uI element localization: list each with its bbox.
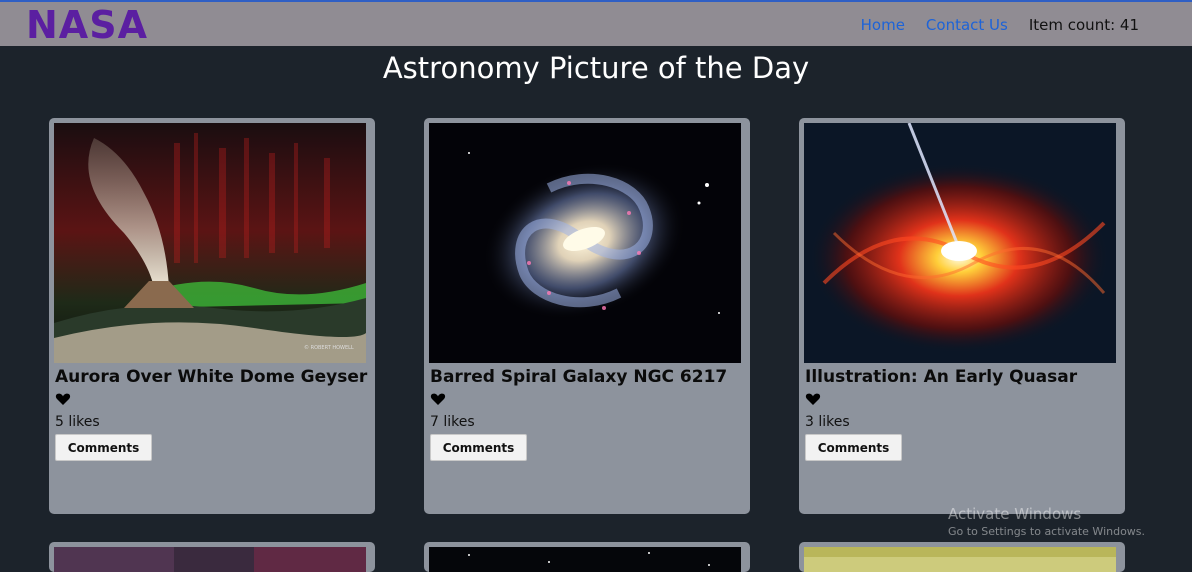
starfield-photo [429, 547, 741, 572]
top-navbar: NASA Home Contact Us Item count: 41 [0, 0, 1192, 46]
quasar-illustration [804, 123, 1116, 363]
photo-credit: © ROBERT HOWELL [304, 344, 354, 351]
nav-links: Home Contact Us Item count: 41 [861, 16, 1139, 34]
glow-photo [804, 547, 1116, 572]
nasa-logo[interactable]: NASA [26, 4, 148, 46]
card-image[interactable] [54, 547, 366, 572]
apod-card [424, 542, 750, 572]
apod-card: Barred Spiral Galaxy NGC 6217 7 likes Co… [424, 118, 750, 514]
item-count: Item count: 41 [1028, 16, 1139, 34]
nav-home-link[interactable]: Home [861, 16, 905, 34]
likes-count: 3 likes [805, 414, 850, 430]
nebula-photo [54, 547, 366, 572]
card-title: Barred Spiral Galaxy NGC 6217 [430, 367, 728, 387]
likes-count: 7 likes [430, 414, 475, 430]
apod-card [799, 542, 1125, 572]
windows-activation-watermark: Activate Windows Go to Settings to activ… [948, 505, 1145, 540]
apod-card: Illustration: An Early Quasar 3 likes Co… [799, 118, 1125, 514]
heart-icon[interactable] [430, 391, 446, 407]
card-title: Aurora Over White Dome Geyser [55, 367, 368, 387]
card-image[interactable] [429, 123, 741, 363]
spiral-galaxy-photo [429, 123, 741, 363]
page-title: Astronomy Picture of the Day [382, 51, 810, 85]
card-image[interactable]: © ROBERT HOWELL [54, 123, 366, 363]
watermark-subtitle: Go to Settings to activate Windows. [948, 525, 1146, 538]
aurora-geyser-photo: © ROBERT HOWELL [54, 123, 366, 363]
card-image[interactable] [804, 123, 1116, 363]
comments-button[interactable]: Comments [430, 434, 527, 461]
watermark-title: Activate Windows [948, 505, 1082, 523]
comments-button[interactable]: Comments [805, 434, 902, 461]
heart-icon[interactable] [55, 391, 71, 407]
apod-card: © ROBERT HOWELL Aurora Over White Dome G… [49, 118, 375, 514]
likes-count: 5 likes [55, 414, 100, 430]
comments-button[interactable]: Comments [55, 434, 152, 461]
apod-card [49, 542, 375, 572]
card-title: Illustration: An Early Quasar [805, 367, 1078, 387]
nav-contact-link[interactable]: Contact Us [926, 16, 1008, 34]
card-image[interactable] [804, 547, 1116, 572]
card-image[interactable] [429, 547, 741, 572]
heart-icon[interactable] [805, 391, 821, 407]
